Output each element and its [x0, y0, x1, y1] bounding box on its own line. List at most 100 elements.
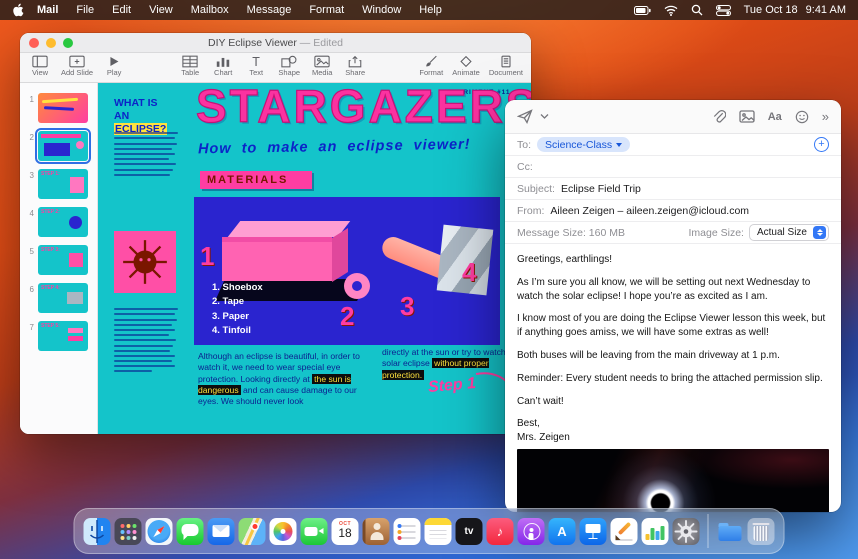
- slide-thumbnail-7[interactable]: STEP 5:: [38, 321, 88, 351]
- dock-icon-reminders[interactable]: [393, 517, 421, 545]
- slide-title: STARGAZERS: [195, 83, 531, 133]
- dock-icon-app-store[interactable]: A: [548, 517, 576, 545]
- dock-icon-notes[interactable]: [424, 517, 452, 545]
- battery-icon[interactable]: [633, 5, 651, 15]
- animate-button[interactable]: Animate: [452, 55, 480, 77]
- share-button[interactable]: Share: [343, 55, 367, 77]
- dock-icon-maps[interactable]: [238, 517, 266, 545]
- image-size-select[interactable]: Actual Size: [748, 224, 829, 241]
- add-recipient-button[interactable]: +: [814, 137, 829, 152]
- item-number-4: 4: [462, 257, 477, 287]
- wifi-icon[interactable]: [664, 5, 678, 16]
- menu-edit[interactable]: Edit: [103, 4, 140, 16]
- from-field[interactable]: From: Aileen Zeigen – aileen.zeigen@iclo…: [505, 200, 841, 222]
- zoom-button[interactable]: [63, 37, 73, 48]
- view-button[interactable]: View: [28, 55, 52, 77]
- menu-clock[interactable]: Tue Oct 18 9:41 AM: [744, 4, 846, 16]
- eclipse-photo-attachment[interactable]: [517, 448, 829, 512]
- table-button[interactable]: Table: [178, 55, 202, 77]
- menu-format[interactable]: Format: [300, 4, 353, 16]
- slide-number: 3: [29, 171, 34, 180]
- slide-thumbnail-5[interactable]: STEP 3:: [38, 245, 88, 275]
- text-icon: T: [252, 55, 260, 68]
- minimize-button[interactable]: [46, 37, 56, 48]
- animate-icon: [460, 55, 472, 68]
- dock-icon-launchpad[interactable]: [114, 517, 142, 545]
- menu-file[interactable]: File: [67, 4, 103, 16]
- search-icon[interactable]: [691, 4, 703, 16]
- menu-mailbox[interactable]: Mailbox: [182, 4, 238, 16]
- dock-icon-mail[interactable]: [207, 517, 235, 545]
- dock-icon-keynote[interactable]: [579, 517, 607, 545]
- dock-icon-messages[interactable]: [176, 517, 204, 545]
- cc-field[interactable]: Cc:: [505, 156, 841, 178]
- dock-icon-numbers[interactable]: [641, 517, 669, 545]
- emoji-icon[interactable]: [795, 110, 809, 124]
- mail-toolbar[interactable]: Aa »: [505, 100, 841, 134]
- slide-thumbnail-4[interactable]: STEP 2:: [38, 207, 88, 237]
- dock: OCT 18 tv ♪ A: [73, 508, 785, 554]
- dock-icon-trash[interactable]: [747, 517, 775, 545]
- menu-window[interactable]: Window: [353, 4, 410, 16]
- send-icon[interactable]: [517, 109, 533, 124]
- to-field[interactable]: To: Science-Class +: [505, 134, 841, 156]
- menu-app-name[interactable]: Mail: [28, 4, 67, 16]
- keynote-podium-icon: [588, 537, 598, 540]
- dock-icon-facetime[interactable]: [300, 517, 328, 545]
- slide-thumbnail-3[interactable]: STEP 1:: [38, 169, 88, 199]
- menu-message[interactable]: Message: [238, 4, 301, 16]
- subject-field[interactable]: Subject: Eclipse Field Trip: [505, 178, 841, 200]
- slide-thumbnail-2-selected[interactable]: [35, 128, 91, 164]
- play-button[interactable]: Play: [102, 55, 126, 77]
- slide-row-6[interactable]: 6 STEP 4:: [20, 279, 97, 317]
- control-center-icon[interactable]: [715, 4, 731, 16]
- dock-icon-system-settings[interactable]: [672, 517, 700, 545]
- sun-illustration: [114, 231, 176, 293]
- dock-icon-finder[interactable]: [83, 517, 111, 545]
- dock-icon-pages[interactable]: [610, 517, 638, 545]
- menu-help[interactable]: Help: [410, 4, 451, 16]
- close-button[interactable]: [29, 37, 39, 48]
- dock-icon-photos[interactable]: [269, 517, 297, 545]
- chart-button[interactable]: Chart: [211, 55, 235, 77]
- recipient-pill[interactable]: Science-Class: [537, 137, 631, 152]
- signature-line: Best,: [517, 418, 540, 430]
- menu-view[interactable]: View: [140, 4, 182, 16]
- item-number-2: 2: [340, 301, 355, 331]
- message-body-editor[interactable]: Greetings, earthlings! As I’m sure you a…: [505, 244, 841, 512]
- body-paragraph: Greetings, earthlings!: [517, 254, 613, 265]
- slide-row-4[interactable]: 4 STEP 2:: [20, 203, 97, 241]
- dock-icon-contacts[interactable]: [362, 517, 390, 545]
- more-icon[interactable]: »: [822, 109, 829, 124]
- attachment-icon[interactable]: [711, 109, 726, 124]
- dock-icon-music[interactable]: ♪: [486, 517, 514, 545]
- slide-row-3[interactable]: 3 STEP 1:: [20, 165, 97, 203]
- menu-time: 9:41 AM: [805, 4, 846, 16]
- dock-icon-tv[interactable]: tv: [455, 517, 483, 545]
- format-icon[interactable]: Aa: [768, 111, 782, 123]
- chevron-down-icon[interactable]: [540, 113, 549, 120]
- media-button[interactable]: Media: [310, 55, 334, 77]
- text-button[interactable]: T Text: [244, 55, 268, 77]
- photo-icon[interactable]: [739, 110, 755, 123]
- dock-icon-calendar[interactable]: OCT 18: [331, 517, 359, 545]
- dock-icon-safari[interactable]: [145, 517, 173, 545]
- slide-row-2[interactable]: 2: [20, 127, 97, 165]
- document-button[interactable]: Document: [489, 55, 523, 77]
- slide-row-5[interactable]: 5 STEP 3:: [20, 241, 97, 279]
- keynote-title-bar[interactable]: DIY Eclipse Viewer — Edited: [20, 33, 531, 53]
- slide-row-1[interactable]: 1: [20, 89, 97, 127]
- slide-canvas[interactable]: EXPERIMENT #11 WHAT IS AN ECLIPSE? STARG…: [98, 83, 531, 434]
- add-slide-button[interactable]: Add Slide: [61, 55, 93, 77]
- format-button[interactable]: Format: [419, 55, 443, 77]
- shape-button[interactable]: Shape: [277, 55, 301, 77]
- apple-menu[interactable]: [12, 3, 24, 17]
- slide-row-7[interactable]: 7 STEP 5:: [20, 317, 97, 355]
- dock-icon-podcasts[interactable]: [517, 517, 545, 545]
- slide-thumbnail-1[interactable]: [38, 93, 88, 123]
- dock-icon-downloads[interactable]: [717, 518, 744, 545]
- stepper-icon: [813, 226, 826, 239]
- media-icon: [314, 55, 330, 68]
- add-slide-icon: [69, 55, 85, 68]
- slide-thumbnail-6[interactable]: STEP 4:: [38, 283, 88, 313]
